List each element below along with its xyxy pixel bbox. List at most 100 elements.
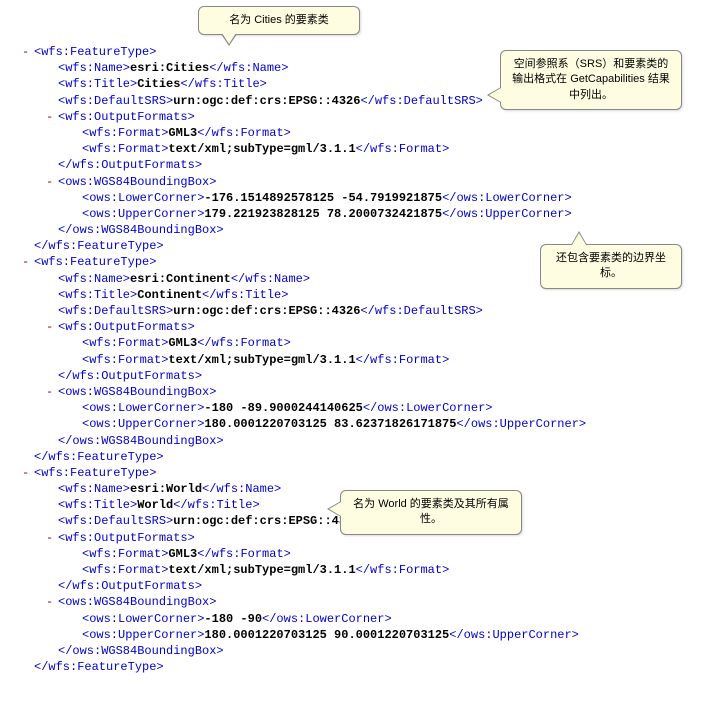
xml-tag: </wfs:OutputFormats> xyxy=(58,158,202,172)
xml-tag: </wfs:Title> xyxy=(202,288,288,302)
xml-line: - <wfs:FeatureType> xyxy=(10,465,708,481)
xml-line: <ows:UpperCorner>180.0001220703125 90.00… xyxy=(10,627,708,643)
xml-value: 180.0001220703125 83.62371826171875 xyxy=(204,417,456,431)
xml-line: <wfs:Format>text/xml;subType=gml/3.1.1</… xyxy=(10,562,708,578)
xml-value: text/xml;subType=gml/3.1.1 xyxy=(168,142,355,156)
xml-line: - <ows:WGS84BoundingBox> xyxy=(10,594,708,610)
callout-text: 空间参照系（SRS）和要素类的输出格式在 GetCapabilities 结果中… xyxy=(512,58,670,101)
xml-tag: </ows:LowerCorner> xyxy=(262,612,392,626)
collapse-dash: - xyxy=(22,44,34,60)
xml-tag: </wfs:Format> xyxy=(356,353,450,367)
xml-tag: <wfs:OutputFormats> xyxy=(58,110,195,124)
xml-tag: <wfs:OutputFormats> xyxy=(58,531,195,545)
xml-line: <wfs:Format>GML3</wfs:Format> xyxy=(10,335,708,351)
xml-tag: </wfs:Title> xyxy=(173,498,259,512)
xml-line: </wfs:OutputFormats> xyxy=(10,157,708,173)
xml-value: esri:World xyxy=(130,482,202,496)
xml-tag: <ows:UpperCorner> xyxy=(82,417,204,431)
xml-tag: </ows:WGS84BoundingBox> xyxy=(58,434,224,448)
xml-tag: <wfs:Format> xyxy=(82,353,168,367)
xml-tag: <wfs:Name> xyxy=(58,272,130,286)
callout-cities: 名为 Cities 的要素类 xyxy=(198,6,360,35)
xml-value: urn:ogc:def:crs:EPSG::4326 xyxy=(173,304,360,318)
xml-line: <ows:LowerCorner>-180 -89.9000244140625<… xyxy=(10,400,708,416)
xml-line: <wfs:Format>GML3</wfs:Format> xyxy=(10,546,708,562)
collapse-dash: - xyxy=(46,594,58,610)
xml-line: <ows:UpperCorner>179.221923828125 78.200… xyxy=(10,206,708,222)
xml-tag: </wfs:OutputFormats> xyxy=(58,579,202,593)
xml-tag: </wfs:Format> xyxy=(356,563,450,577)
xml-value: GML3 xyxy=(168,547,197,561)
xml-tag: </wfs:Title> xyxy=(180,77,266,91)
collapse-dash: - xyxy=(46,530,58,546)
xml-line: </ows:WGS84BoundingBox> xyxy=(10,643,708,659)
xml-tag: </wfs:DefaultSRS> xyxy=(360,304,482,318)
xml-tag: <wfs:Format> xyxy=(82,126,168,140)
collapse-dash: - xyxy=(46,384,58,400)
xml-tag: </wfs:Name> xyxy=(209,61,288,75)
xml-tag: </ows:WGS84BoundingBox> xyxy=(58,644,224,658)
xml-tag: <wfs:FeatureType> xyxy=(34,466,156,480)
callout-text: 名为 Cities 的要素类 xyxy=(229,14,329,26)
xml-line: - <ows:WGS84BoundingBox> xyxy=(10,174,708,190)
xml-tag: <wfs:Title> xyxy=(58,77,137,91)
xml-line: <ows:LowerCorner>-180 -90</ows:LowerCorn… xyxy=(10,611,708,627)
callout-srs-output: 空间参照系（SRS）和要素类的输出格式在 GetCapabilities 结果中… xyxy=(500,50,682,110)
xml-tag: <wfs:FeatureType> xyxy=(34,45,156,59)
xml-value: GML3 xyxy=(168,336,197,350)
xml-tag: <wfs:OutputFormats> xyxy=(58,320,195,334)
xml-value: esri:Continent xyxy=(130,272,231,286)
collapse-dash: - xyxy=(46,174,58,190)
xml-value: esri:Cities xyxy=(130,61,209,75)
xml-value: GML3 xyxy=(168,126,197,140)
xml-tag: <wfs:DefaultSRS> xyxy=(58,94,173,108)
collapse-dash: - xyxy=(46,319,58,335)
xml-tag: <wfs:Format> xyxy=(82,336,168,350)
xml-value: text/xml;subType=gml/3.1.1 xyxy=(168,563,355,577)
xml-line: <wfs:Format>GML3</wfs:Format> xyxy=(10,125,708,141)
xml-value: -180 -90 xyxy=(204,612,262,626)
xml-tag: <ows:WGS84BoundingBox> xyxy=(58,595,216,609)
xml-value: urn:ogc:def:crs:EPSG::4326 xyxy=(173,94,360,108)
xml-tag: </wfs:Name> xyxy=(202,482,281,496)
xml-tag: <wfs:Title> xyxy=(58,288,137,302)
xml-line: <wfs:Format>text/xml;subType=gml/3.1.1</… xyxy=(10,141,708,157)
xml-tag: </wfs:Format> xyxy=(197,336,291,350)
xml-tag: <wfs:Name> xyxy=(58,482,130,496)
xml-line: </wfs:OutputFormats> xyxy=(10,368,708,384)
xml-value: -176.1514892578125 -54.7919921875 xyxy=(204,191,442,205)
xml-tag: </wfs:FeatureType> xyxy=(34,660,164,674)
collapse-dash: - xyxy=(22,465,34,481)
xml-tag: <ows:UpperCorner> xyxy=(82,628,204,642)
xml-tag: <ows:LowerCorner> xyxy=(82,401,204,415)
xml-tag: </ows:LowerCorner> xyxy=(442,191,572,205)
xml-tag: <ows:LowerCorner> xyxy=(82,612,204,626)
xml-tag: <wfs:Format> xyxy=(82,547,168,561)
xml-tag: <ows:UpperCorner> xyxy=(82,207,204,221)
callout-bbox: 还包含要素类的边界坐标。 xyxy=(540,244,682,289)
xml-line: <ows:LowerCorner>-176.1514892578125 -54.… xyxy=(10,190,708,206)
xml-tag: </wfs:OutputFormats> xyxy=(58,369,202,383)
collapse-dash: - xyxy=(22,254,34,270)
callout-text: 还包含要素类的边界坐标。 xyxy=(556,252,666,279)
xml-tag: </wfs:Name> xyxy=(231,272,310,286)
xml-value: Cities xyxy=(137,77,180,91)
xml-tag: </ows:LowerCorner> xyxy=(363,401,493,415)
xml-tag: </wfs:Format> xyxy=(356,142,450,156)
xml-tag: </ows:WGS84BoundingBox> xyxy=(58,223,224,237)
xml-tag: <wfs:Format> xyxy=(82,142,168,156)
xml-line: <wfs:Format>text/xml;subType=gml/3.1.1</… xyxy=(10,352,708,368)
xml-line: - <wfs:OutputFormats> xyxy=(10,109,708,125)
xml-tag: <wfs:Name> xyxy=(58,61,130,75)
xml-line: </ows:WGS84BoundingBox> xyxy=(10,433,708,449)
xml-value: text/xml;subType=gml/3.1.1 xyxy=(168,353,355,367)
xml-tag: </wfs:FeatureType> xyxy=(34,239,164,253)
xml-tag: <ows:LowerCorner> xyxy=(82,191,204,205)
xml-tag: </ows:UpperCorner> xyxy=(442,207,572,221)
xml-value: 179.221923828125 78.2000732421875 xyxy=(204,207,442,221)
xml-tag: </ows:UpperCorner> xyxy=(449,628,579,642)
xml-line: <wfs:DefaultSRS>urn:ogc:def:crs:EPSG::43… xyxy=(10,303,708,319)
xml-value: Continent xyxy=(137,288,202,302)
xml-listing: - <wfs:FeatureType><wfs:Name>esri:Cities… xyxy=(10,44,708,675)
xml-tag: </wfs:Format> xyxy=(197,547,291,561)
